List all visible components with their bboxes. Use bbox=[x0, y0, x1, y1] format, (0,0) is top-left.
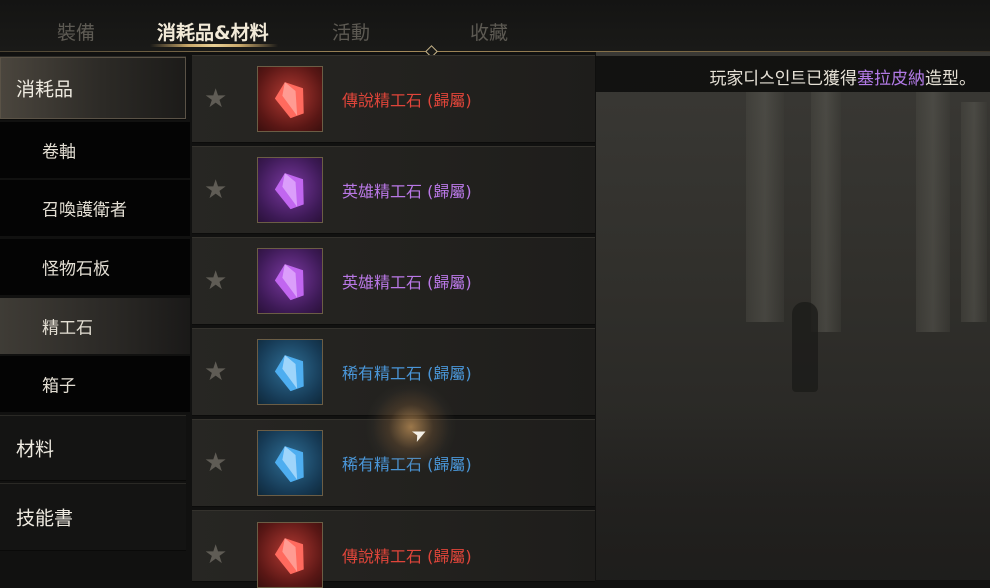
star-icon[interactable]: ★ bbox=[204, 268, 227, 294]
star-icon[interactable]: ★ bbox=[204, 86, 227, 112]
item-icon bbox=[257, 430, 323, 496]
gem-icon bbox=[274, 82, 304, 119]
item-icon bbox=[257, 157, 323, 223]
item-name: 傳說精工石 (歸屬) bbox=[342, 91, 472, 110]
top-tab-bar: 裝備 消耗品&材料 活動 收藏 bbox=[0, 0, 990, 52]
subcategory-summon-guardian[interactable]: 召喚護衛者 bbox=[0, 180, 190, 236]
list-item[interactable]: ★ 傳說精工石 (歸屬) bbox=[192, 55, 595, 143]
category-materials[interactable]: 材料 bbox=[0, 415, 186, 481]
active-tab-indicator bbox=[150, 44, 278, 47]
item-name: 稀有精工石 (歸屬) bbox=[342, 364, 472, 383]
list-item[interactable]: ★ 英雄精工石 (歸屬) bbox=[192, 146, 595, 234]
subcategory-monster-slate[interactable]: 怪物石板 bbox=[0, 239, 190, 295]
category-label: 消耗品 bbox=[16, 78, 74, 101]
item-name: 英雄精工石 (歸屬) bbox=[342, 182, 472, 201]
game-scene-background bbox=[596, 52, 990, 580]
list-item[interactable]: ★ 英雄精工石 (歸屬) bbox=[192, 237, 595, 325]
category-skill-books[interactable]: 技能書 bbox=[0, 483, 186, 551]
gem-icon bbox=[274, 264, 304, 301]
notification-highlight: 塞拉皮納 bbox=[857, 69, 925, 89]
star-icon[interactable]: ★ bbox=[204, 359, 227, 385]
gem-icon bbox=[274, 538, 304, 575]
item-icon bbox=[257, 66, 323, 132]
tab-collection[interactable]: 收藏 bbox=[470, 18, 508, 45]
tab-events[interactable]: 活動 bbox=[332, 18, 370, 45]
category-consumables[interactable]: 消耗品 bbox=[0, 56, 186, 120]
star-icon[interactable]: ★ bbox=[204, 542, 227, 568]
gem-icon bbox=[274, 173, 304, 210]
notification-text: 玩家디스인트已獲得塞拉皮納造型。 bbox=[709, 69, 976, 89]
gem-icon bbox=[274, 355, 304, 392]
item-icon bbox=[257, 248, 323, 314]
star-icon[interactable]: ★ bbox=[204, 450, 227, 476]
tab-divider bbox=[0, 51, 990, 52]
item-icon bbox=[257, 522, 323, 588]
subcategory-scrolls[interactable]: 卷軸 bbox=[0, 122, 190, 178]
item-name: 英雄精工石 (歸屬) bbox=[342, 273, 472, 292]
subcategory-refining-stone[interactable]: 精工石 bbox=[0, 298, 190, 354]
gem-icon bbox=[274, 446, 304, 483]
item-name: 傳說精工石 (歸屬) bbox=[342, 547, 472, 566]
star-icon[interactable]: ★ bbox=[204, 177, 227, 203]
category-label: 技能書 bbox=[16, 507, 74, 530]
list-item[interactable]: ★ 傳說精工石 (歸屬) bbox=[192, 510, 595, 588]
tab-consumables-materials[interactable]: 消耗品&材料 bbox=[157, 18, 269, 45]
tab-equipment[interactable]: 裝備 bbox=[57, 18, 95, 45]
category-label: 材料 bbox=[16, 438, 55, 461]
item-icon bbox=[257, 339, 323, 405]
subcategory-boxes[interactable]: 箱子 bbox=[0, 356, 190, 412]
